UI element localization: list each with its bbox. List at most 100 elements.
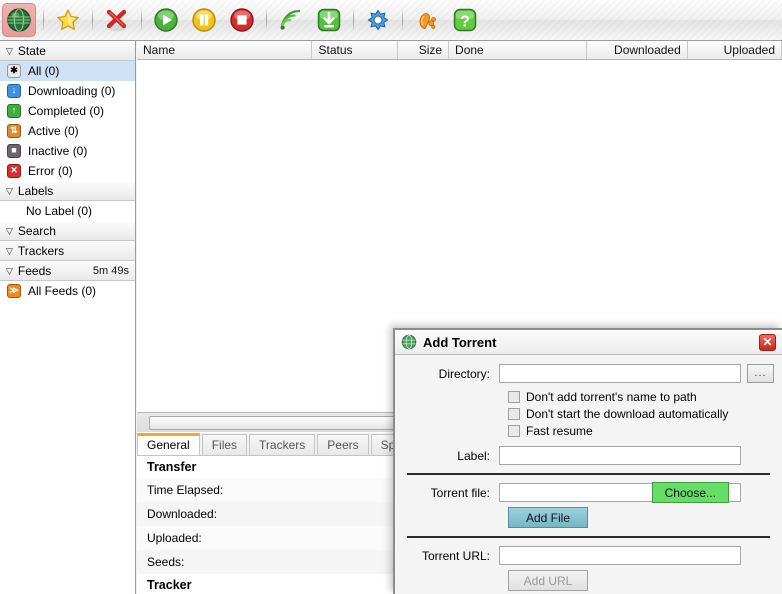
column-header-size[interactable]: Size (398, 41, 449, 59)
favorite-star-icon (55, 7, 81, 33)
sidebar-item-label: Error (0) (28, 161, 73, 181)
help-question-icon-button[interactable]: ? (448, 3, 482, 37)
directory-field-row: Directory: ... (403, 364, 774, 383)
toolbar-separator (402, 8, 403, 32)
toolbar-separator (141, 8, 142, 32)
checkbox-icon[interactable] (508, 408, 520, 420)
dialog-checkbox-row-1[interactable]: Don't start the download automatically (508, 405, 774, 422)
toolbar-separator (353, 8, 354, 32)
checkbox-icon[interactable] (508, 391, 520, 403)
sidebar-item-all[interactable]: ≫All Feeds (0) (0, 281, 135, 301)
sidebar-item-label: Active (0) (28, 121, 79, 141)
sidebar-group-header-trackers[interactable]: ▽Trackers (0, 241, 135, 261)
checkbox-icon[interactable] (508, 425, 520, 437)
sidebar: ▽State✱All (0)↓Downloading (0)↑Completed… (0, 41, 136, 594)
remove-red-x-icon-button[interactable] (100, 3, 134, 37)
dialog-body: Directory: ... Don't add torrent's name … (395, 355, 782, 591)
sidebar-item-active[interactable]: ⇅ Active (0) (0, 121, 135, 141)
sidebar-group-label: Trackers (18, 241, 129, 261)
column-header-done[interactable]: Done (449, 41, 587, 59)
sidebar-item-label: No Label (0) (26, 201, 92, 221)
checkbox-label: Don't start the download automatically (526, 407, 728, 421)
inactive-icon: ■ (7, 144, 22, 159)
sidebar-item-no[interactable]: No Label (0) (0, 201, 135, 221)
add-torrent-globe-icon-button[interactable] (2, 3, 36, 37)
torrent-url-input[interactable] (499, 546, 741, 565)
directory-input[interactable] (499, 364, 741, 383)
sidebar-item-error[interactable]: ✕ Error (0) (0, 161, 135, 181)
sidebar-item-label: Inactive (0) (28, 141, 87, 161)
sidebar-group-header-state[interactable]: ▽State (0, 41, 135, 61)
active-updown-icon: ⇅ (7, 124, 22, 139)
remove-red-x-icon (104, 7, 130, 33)
stop-icon (229, 7, 255, 33)
label-label: Label: (403, 449, 499, 463)
start-play-icon-button[interactable] (149, 3, 183, 37)
add-file-row: Add File (508, 507, 774, 528)
add-torrent-dialog: Add Torrent ✕ Directory: ... Don't add t… (393, 328, 782, 594)
sidebar-item-completed[interactable]: ↑Completed (0) (0, 101, 135, 121)
favorite-star-icon-button[interactable] (51, 3, 85, 37)
toolbar-separator (266, 8, 267, 32)
sidebar-group-label: State (18, 41, 129, 61)
sidebar-group-header-search[interactable]: ▽ Search (0, 221, 135, 241)
signal-icon-button[interactable] (274, 3, 308, 37)
sidebar-item-inactive[interactable]: ■ Inactive (0) (0, 141, 135, 161)
tab-general[interactable]: General (137, 433, 200, 455)
globe-icon (401, 334, 417, 350)
sidebar-group-value: 5m 49s (93, 261, 135, 281)
divider (407, 536, 770, 538)
main-toolbar: ? (0, 0, 782, 41)
dialog-title-bar: Add Torrent ✕ (395, 330, 782, 355)
toolbar-separator (43, 8, 44, 32)
gnome-foot-icon-button[interactable] (410, 3, 444, 37)
sidebar-item-label: All (0) (28, 61, 59, 81)
torrent-url-row: Torrent URL: (403, 546, 774, 565)
checkbox-label: Fast resume (526, 424, 593, 438)
help-question-icon: ? (452, 7, 478, 33)
directory-label: Directory: (403, 367, 499, 381)
column-header-downloaded[interactable]: Downloaded (587, 41, 688, 59)
checkbox-label: Don't add torrent's name to path (526, 390, 697, 404)
dialog-checkbox-row-2[interactable]: Fast resume (508, 422, 774, 439)
settings-gear-icon (365, 7, 391, 33)
add-url-row: Add URL (508, 570, 774, 591)
dialog-options-list: Don't add torrent's name to path Don't st… (403, 388, 774, 439)
label-field-row: Label: (403, 446, 774, 465)
tab-peers[interactable]: Peers (317, 434, 368, 455)
gnome-foot-icon (414, 7, 440, 33)
dialog-checkbox-row-0[interactable]: Don't add torrent's name to path (508, 388, 774, 405)
chevron-down-icon: ▽ (6, 187, 13, 196)
column-header-uploaded[interactable]: Uploaded (688, 41, 782, 59)
error-icon: ✕ (7, 164, 22, 179)
globe-icon (6, 7, 32, 33)
sidebar-item-label: All Feeds (0) (28, 281, 96, 301)
sidebar-item-all[interactable]: ✱All (0) (0, 61, 135, 81)
add-url-button[interactable]: Add URL (508, 570, 588, 591)
toolbar-separator (92, 8, 93, 32)
pause-icon-button[interactable] (187, 3, 221, 37)
sidebar-group-header-labels[interactable]: ▽Labels (0, 181, 135, 201)
download-icon-button[interactable] (312, 3, 346, 37)
column-header-status[interactable]: Status (312, 41, 398, 59)
browse-directory-button[interactable]: ... (747, 364, 774, 383)
sidebar-item-label: Downloading (0) (28, 81, 115, 101)
choose-file-button[interactable]: Choose... (652, 482, 729, 503)
close-icon[interactable]: ✕ (759, 334, 776, 351)
torrent-url-label: Torrent URL: (403, 549, 499, 563)
stop-icon-button[interactable] (225, 3, 259, 37)
sidebar-group-label: Search (18, 221, 129, 241)
torrent-list-column-header: NameStatusSizeDoneDownloadedUploaded (137, 41, 782, 60)
column-header-name[interactable]: Name (137, 41, 312, 59)
chevron-down-icon: ▽ (6, 267, 13, 276)
sidebar-group-header-feeds[interactable]: ▽Feeds5m 49s (0, 261, 135, 281)
add-file-button[interactable]: Add File (508, 507, 588, 528)
tab-files[interactable]: Files (202, 434, 247, 455)
start-play-icon (153, 7, 179, 33)
pause-icon (191, 7, 217, 33)
sidebar-item-downloading[interactable]: ↓Downloading (0) (0, 81, 135, 101)
tab-trackers[interactable]: Trackers (249, 434, 315, 455)
chevron-down-icon: ▽ (6, 227, 13, 236)
settings-gear-icon-button[interactable] (361, 3, 395, 37)
label-input[interactable] (499, 446, 741, 465)
